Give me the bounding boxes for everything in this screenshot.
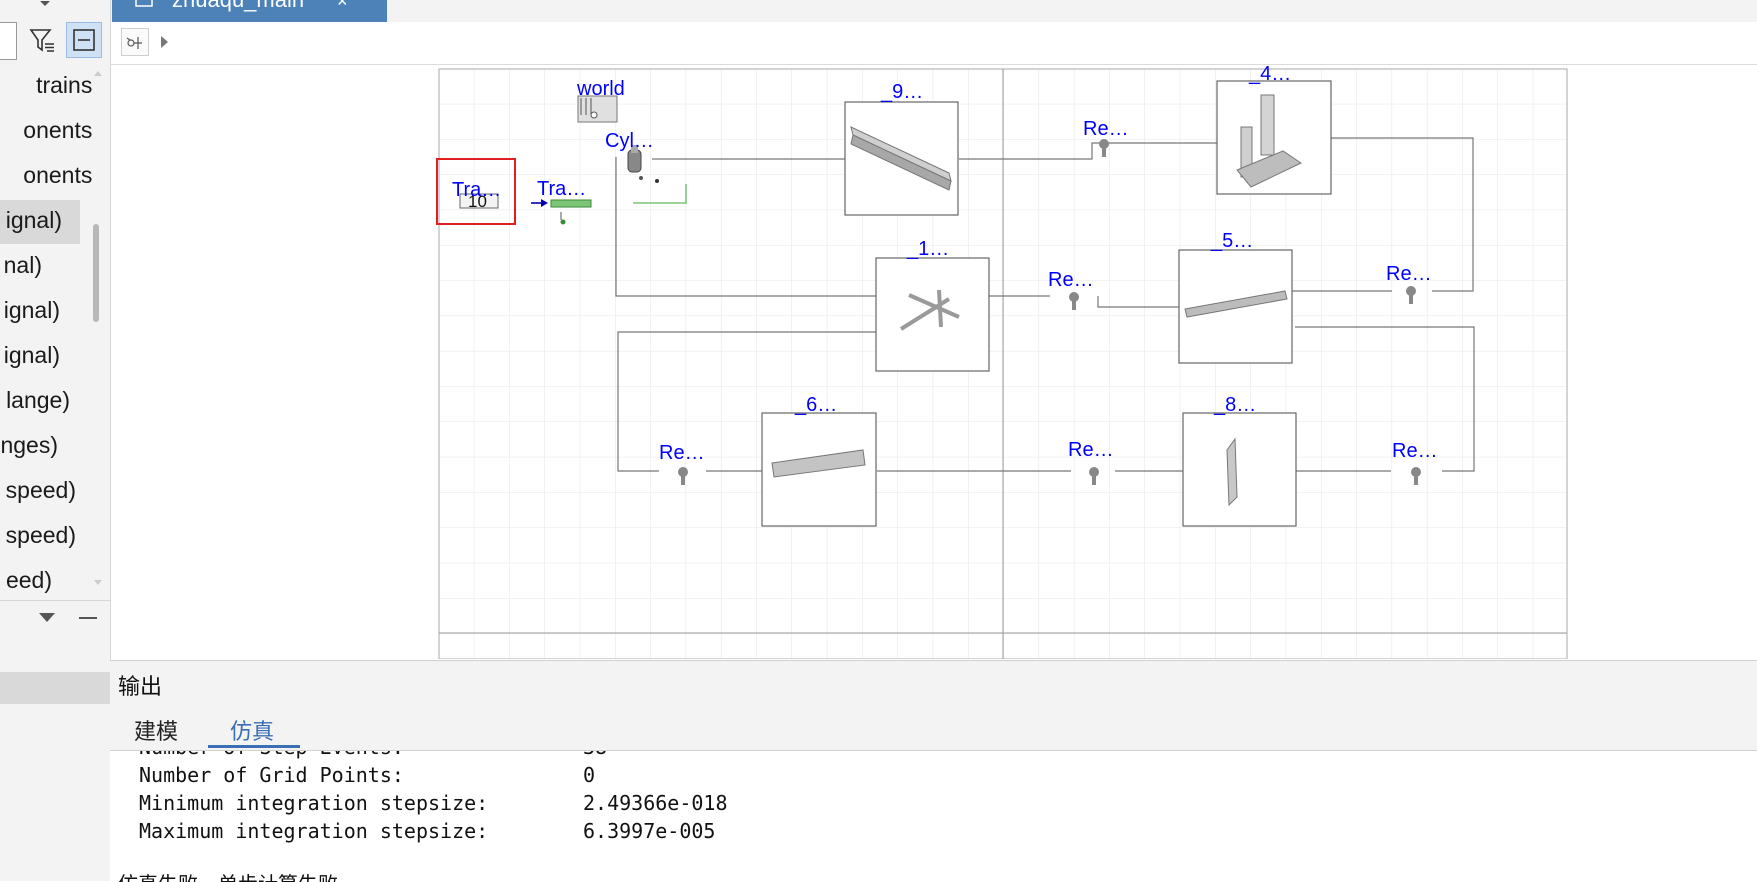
log-line: Minimum integration stepsize: bbox=[139, 791, 489, 815]
output-title: 输出 bbox=[118, 674, 163, 699]
minimize-icon[interactable] bbox=[78, 612, 98, 624]
transform-label: Tra… bbox=[537, 178, 586, 200]
log-value: 2.49366e-018 bbox=[583, 791, 728, 815]
revolute-label: Re… bbox=[1083, 118, 1129, 140]
search-input-edge[interactable] bbox=[0, 0, 10, 2]
tree-item[interactable]: speed) bbox=[6, 522, 76, 549]
model-file-icon bbox=[135, 0, 153, 7]
tree-item[interactable]: speed) bbox=[6, 477, 76, 504]
tree-item[interactable]: ignal) bbox=[4, 342, 60, 369]
bottom-selected-row[interactable] bbox=[0, 672, 110, 704]
body-6-label: _6… bbox=[794, 394, 837, 416]
tab-zhuaqu-main[interactable]: zhuaqu_main × bbox=[112, 0, 387, 22]
editor-toolbar bbox=[111, 22, 1757, 65]
tab-title: zhuaqu_main bbox=[172, 0, 304, 11]
source-label: Tra… bbox=[452, 179, 501, 201]
tab-simulation[interactable]: 仿真 bbox=[230, 714, 274, 746]
body-5-label: _5… bbox=[1210, 230, 1253, 252]
tree-item[interactable]: nges) bbox=[0, 432, 58, 459]
log-value: 38 bbox=[583, 751, 607, 759]
log-value: 0 bbox=[583, 763, 596, 787]
diagram-canvas[interactable]: world Cyl… 10 Tra… Tra… _9… _4… _1… _5… … bbox=[111, 65, 1757, 659]
active-tab-indicator bbox=[208, 745, 300, 748]
filter-icon[interactable] bbox=[28, 26, 56, 54]
body-8-component[interactable]: _8… bbox=[1182, 394, 1297, 527]
breadcrumb-arrow-icon[interactable] bbox=[159, 34, 171, 50]
sidebar-scrollbar[interactable] bbox=[92, 68, 104, 590]
body-4-component[interactable]: _4… bbox=[1216, 65, 1332, 195]
diagram-view-icon bbox=[126, 37, 142, 49]
library-sidebar: trains) onents) onents) ignal) nal) igna… bbox=[0, 0, 111, 881]
body-6-component[interactable]: _6… bbox=[761, 394, 877, 527]
tree-item[interactable]: onents) bbox=[23, 117, 100, 144]
sidebar-divider bbox=[0, 600, 110, 601]
close-tab-icon[interactable]: × bbox=[337, 0, 348, 10]
tree-item[interactable]: lange) bbox=[6, 387, 70, 414]
world-component[interactable]: world bbox=[576, 78, 625, 123]
diagram-view-button[interactable] bbox=[121, 28, 149, 56]
simulation-status: 仿真失败，单步计算失败 bbox=[118, 868, 338, 882]
body-1-label: _1… bbox=[906, 238, 949, 260]
diagram-sheet bbox=[438, 68, 1568, 659]
world-label: world bbox=[576, 78, 625, 100]
collapse-all-icon bbox=[73, 29, 95, 51]
body-1-component[interactable]: _1… bbox=[875, 238, 990, 372]
sidebar-scroll-thumb[interactable] bbox=[93, 224, 99, 322]
scroll-down-icon[interactable] bbox=[92, 578, 104, 588]
collapse-all-button[interactable] bbox=[66, 22, 102, 58]
sidebar-toolbar bbox=[0, 0, 110, 64]
tab-modeling[interactable]: 建模 bbox=[134, 714, 178, 746]
revolute-label: Re… bbox=[1386, 263, 1432, 285]
body-5-component[interactable]: _5… bbox=[1178, 230, 1293, 364]
revolute-label: Re… bbox=[1068, 439, 1114, 461]
tree-item[interactable]: nal) bbox=[4, 252, 42, 279]
output-log[interactable]: Number of Step Events: 38 Number of Grid… bbox=[110, 750, 1757, 882]
log-line: Number of Grid Points: bbox=[139, 763, 404, 787]
tree-item[interactable]: ignal) bbox=[4, 297, 60, 324]
body-4-label: _4… bbox=[1248, 65, 1291, 85]
revolute-label: Re… bbox=[659, 442, 705, 464]
log-line: Maximum integration stepsize: bbox=[139, 819, 489, 843]
panel-menu-chevron-icon[interactable] bbox=[38, 612, 56, 624]
log-value: 6.3997e-005 bbox=[583, 819, 716, 843]
revolute-label: Re… bbox=[1392, 440, 1438, 462]
cylinder-label: Cyl… bbox=[605, 130, 654, 152]
tree-item[interactable]: eed) bbox=[6, 567, 52, 594]
tree-item[interactable]: onents) bbox=[23, 162, 100, 189]
body-9-label: _9… bbox=[880, 81, 923, 103]
scroll-up-icon[interactable] bbox=[92, 68, 104, 78]
tree-item[interactable]: trains) bbox=[36, 72, 100, 99]
tree-item-selected[interactable]: ignal) bbox=[6, 207, 62, 234]
body-8-label: _8… bbox=[1213, 394, 1256, 416]
search-input[interactable] bbox=[0, 22, 17, 60]
log-line: Number of Step Events: bbox=[139, 751, 404, 759]
chevron-down-icon[interactable] bbox=[38, 0, 52, 8]
revolute-label: Re… bbox=[1048, 269, 1094, 291]
